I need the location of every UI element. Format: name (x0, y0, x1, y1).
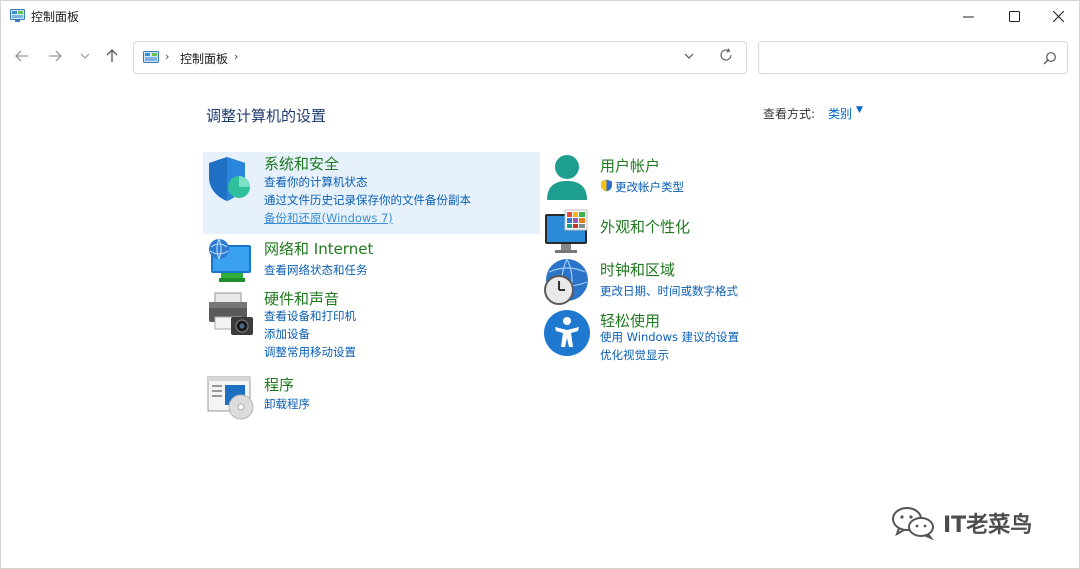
category-title[interactable]: 用户帐户 (600, 155, 660, 176)
minimize-button[interactable] (945, 1, 991, 31)
recent-locations-button[interactable] (74, 45, 96, 67)
chevron-down-icon (80, 53, 90, 59)
user-icon (547, 155, 587, 200)
category-title[interactable]: 网络和 Internet (264, 238, 373, 259)
link-mobility-settings[interactable]: 调整常用移动设置 (264, 344, 356, 360)
breadcrumb-separator-icon[interactable]: › (165, 50, 169, 63)
minimize-icon (962, 16, 974, 17)
category-network-internet: 网络和 Internet 查看网络状态和任务 (207, 237, 537, 282)
programs-disc-icon (207, 376, 254, 420)
wechat-logo-icon (892, 507, 934, 540)
control-panel-icon (10, 9, 25, 22)
link-network-status[interactable]: 查看网络状态和任务 (264, 262, 368, 278)
forward-button[interactable] (44, 45, 66, 67)
link-view-computer-status[interactable]: 查看你的计算机状态 (264, 174, 368, 190)
category-user-accounts: 用户帐户 更改帐户类型 (543, 154, 873, 204)
address-bar[interactable]: › 控制面板 › (133, 41, 747, 74)
refresh-icon (720, 48, 732, 61)
search-input[interactable] (758, 41, 1068, 74)
view-by-dropdown-arrow-icon[interactable]: ▼ (856, 105, 863, 115)
up-button[interactable] (101, 45, 123, 67)
category-title[interactable]: 轻松使用 (600, 310, 660, 331)
watermark: IT老菜鸟 (891, 506, 1032, 540)
shield-icon (209, 157, 250, 201)
category-title[interactable]: 系统和安全 (264, 153, 339, 174)
window-title: 控制面板 (31, 10, 80, 24)
view-by-dropdown[interactable]: 类别 (828, 105, 852, 122)
monitor-palette-icon (545, 209, 588, 253)
control-panel-icon (143, 51, 159, 63)
network-globe-icon (209, 238, 251, 282)
link-change-account-type[interactable]: 更改帐户类型 (615, 179, 684, 195)
refresh-button[interactable] (719, 48, 733, 66)
maximize-button[interactable] (991, 1, 1037, 31)
link-date-time-format[interactable]: 更改日期、时间或数字格式 (600, 283, 738, 299)
arrow-right-icon (49, 50, 62, 62)
arrow-up-icon (106, 49, 118, 62)
category-programs: 程序 卸载程序 (207, 373, 537, 420)
view-by-label: 查看方式: (763, 107, 816, 121)
category-system-security: 系统和安全 查看你的计算机状态 通过文件历史记录保存你的文件备份副本 备份和还原… (207, 152, 537, 232)
back-button[interactable] (11, 45, 33, 67)
category-title[interactable]: 硬件和声音 (264, 288, 339, 309)
link-file-history-backup[interactable]: 通过文件历史记录保存你的文件备份副本 (264, 192, 471, 208)
page-title: 调整计算机的设置 (206, 107, 327, 125)
category-clock-region: 时钟和区域 更改日期、时间或数字格式 (543, 258, 873, 306)
breadcrumb-separator-icon[interactable]: › (234, 50, 238, 63)
link-uninstall-program[interactable]: 卸载程序 (264, 396, 310, 412)
chevron-down-icon (684, 53, 694, 59)
link-add-device[interactable]: 添加设备 (264, 326, 310, 342)
category-appearance: 外观和个性化 (543, 208, 873, 253)
uac-shield-icon (601, 179, 612, 192)
printer-camera-icon (209, 292, 253, 335)
watermark-text: IT老菜鸟 (943, 513, 1033, 538)
title-bar: 控制面板 (1, 1, 1079, 31)
link-backup-restore[interactable]: 备份和还原(Windows 7) (264, 210, 393, 226)
breadcrumb-control-panel[interactable]: 控制面板 (180, 50, 228, 67)
maximize-icon (1008, 10, 1020, 22)
arrow-left-icon (15, 50, 28, 62)
category-ease-of-access: 轻松使用 使用 Windows 建议的设置 优化视觉显示 (543, 309, 873, 365)
close-button[interactable] (1035, 1, 1080, 31)
clock-globe-icon (544, 258, 588, 305)
accessibility-icon (544, 310, 590, 356)
address-dropdown-button[interactable] (684, 50, 694, 63)
category-title[interactable]: 时钟和区域 (600, 259, 675, 280)
category-title[interactable]: 外观和个性化 (600, 216, 690, 237)
link-devices-printers[interactable]: 查看设备和打印机 (264, 308, 356, 324)
link-optimize-visual-display[interactable]: 优化视觉显示 (600, 347, 669, 363)
search-icon (1043, 52, 1056, 65)
close-icon (1052, 10, 1064, 22)
category-hardware-sound: 硬件和声音 查看设备和打印机 添加设备 调整常用移动设置 (207, 287, 537, 363)
link-recommended-settings[interactable]: 使用 Windows 建议的设置 (600, 329, 739, 345)
control-panel-window: 控制面板 › 控制面板 › 调整计算机的设置 查看方式: 类别 ▼ 系统和安全 … (0, 0, 1080, 569)
category-title[interactable]: 程序 (264, 374, 294, 395)
